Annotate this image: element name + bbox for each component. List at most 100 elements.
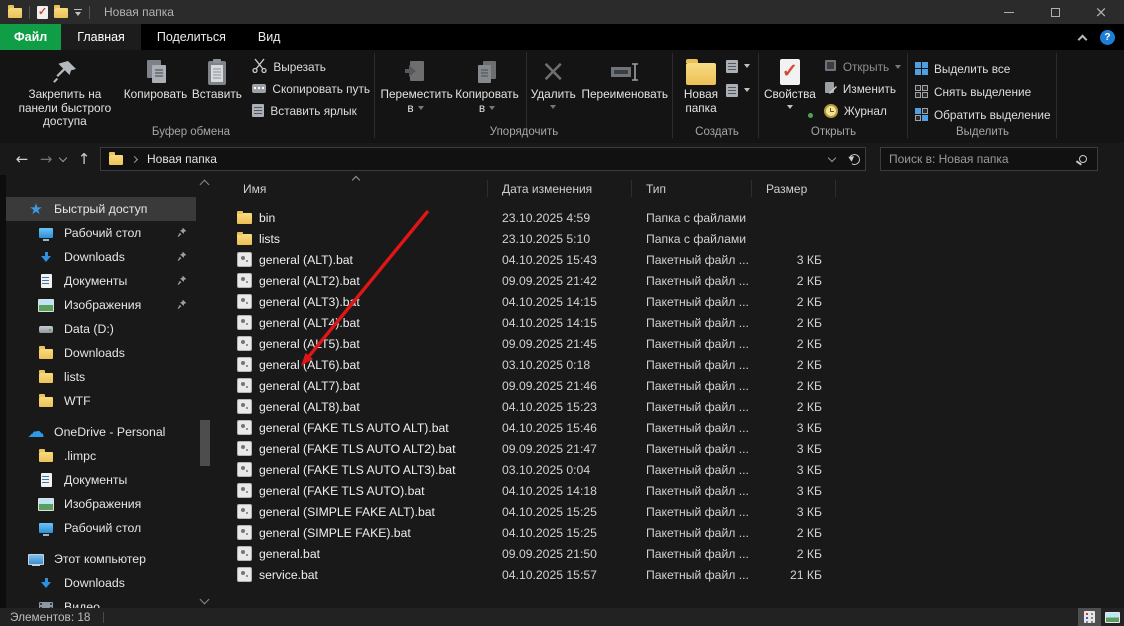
app-folder-icon [8,5,22,18]
table-row[interactable]: general.bat 09.09.2025 21:50 Пакетный файл… [229,543,1124,564]
minimize-button[interactable] [986,0,1032,24]
edit-button[interactable]: Изменить [820,78,905,99]
sidebar-item[interactable]: Этот компьютер [0,547,196,571]
rename-label: Переименовать [581,87,668,101]
cut-button[interactable]: Вырезать [248,56,374,77]
table-row[interactable]: general (FAKE TLS AUTO ALT3).bat 03.10.20… [229,459,1124,480]
table-row[interactable]: general (ALT).bat 04.10.2025 15:43 Пакетны… [229,249,1124,270]
move-to-button[interactable]: Переместить в [378,53,453,117]
pin-to-quick-access-button[interactable]: Закрепить на панели быстрого доступа [8,53,122,131]
quick-access-new-folder-icon[interactable] [54,5,68,18]
easy-access-button[interactable] [726,82,750,98]
table-row[interactable]: general (ALT3).bat 04.10.2025 14:15 Пакетн… [229,291,1124,312]
paste-shortcut-label: Вставить ярлык [270,103,357,118]
table-row[interactable]: lists 23.10.2025 5:10 Папка с файлами [229,228,1124,249]
new-folder-button[interactable]: Новая папка [676,53,726,117]
sidebar-item[interactable]: Downloads [0,245,196,269]
back-icon[interactable]: ← [10,150,34,168]
group-create: Новая папка Создать [676,52,758,140]
file-size: 2 КБ [796,315,822,330]
new-item-button[interactable] [726,58,750,74]
sidebar-item[interactable]: Изображения [0,492,196,516]
table-row[interactable]: general (ALT8).bat 04.10.2025 15:23 Пакетн… [229,396,1124,417]
up-icon[interactable]: ↑ [72,150,96,168]
table-row[interactable]: bin 23.10.2025 4:59 Папка с файлами [229,207,1124,228]
sidebar-item[interactable]: Документы [0,269,196,293]
delete-dropdown-icon[interactable] [550,104,557,109]
tab-share[interactable]: Поделиться [141,24,242,50]
sidebar-item[interactable]: lists [0,365,196,389]
recent-locations-icon[interactable] [58,153,68,163]
table-row[interactable]: general (FAKE TLS AUTO ALT2).bat 09.09.20… [229,438,1124,459]
paste-button[interactable]: Вставить [189,53,244,104]
rename-button[interactable]: Переименовать [580,53,670,104]
table-row[interactable]: general (ALT6).bat 03.10.2025 0:18 Пакетны… [229,354,1124,375]
help-icon[interactable] [1100,29,1115,45]
search-icon[interactable] [1079,155,1087,163]
sidebar-item[interactable]: .limpc [0,444,196,468]
select-none-button[interactable]: Снять выделение [911,81,1055,102]
properties-button[interactable]: Свойства [762,53,818,111]
table-row[interactable]: service.bat 04.10.2025 15:57 Пакетный файл… [229,564,1124,585]
tab-file[interactable]: Файл [0,24,62,50]
maximize-button[interactable] [1032,0,1078,24]
copy-path-button[interactable]: Скопировать путь [248,78,374,99]
sidebar-item[interactable]: WTF [0,389,196,413]
sidebar-item[interactable]: Рабочий стол [0,516,196,540]
copy-to-button[interactable]: Копировать в [453,53,521,117]
select-all-button[interactable]: Выделить все [911,58,1055,79]
sidebar-item[interactable]: OneDrive - Personal [0,420,196,444]
search-box[interactable] [880,147,1098,171]
move-to-icon [402,55,428,88]
star-icon [28,201,44,217]
breadcrumb[interactable]: Новая папка [147,152,821,166]
table-row[interactable]: general (ALT2).bat 09.09.2025 21:42 Пакетн… [229,270,1124,291]
table-row[interactable]: general (ALT7).bat 09.09.2025 21:46 Пакетн… [229,375,1124,396]
history-button[interactable]: Журнал [807,100,905,121]
collapse-ribbon-icon[interactable] [1077,34,1088,44]
sidebar-item[interactable]: Видео [0,595,196,608]
sidebar-item[interactable]: Рабочий стол [0,221,196,245]
details-view-icon [1084,611,1095,623]
address-bar[interactable]: Новая папка [100,147,866,171]
customize-quick-access-toolbar-icon[interactable] [74,8,82,16]
sidebar-item[interactable]: Data (D:) [0,317,196,341]
properties-dropdown-icon[interactable] [786,104,793,109]
column-header-type[interactable]: Тип [632,175,752,202]
table-row[interactable]: general (ALT5).bat 09.09.2025 21:45 Пакетн… [229,333,1124,354]
sidebar-item[interactable]: Downloads [0,571,196,595]
breadcrumb-chevron-icon[interactable] [130,155,139,163]
sidebar-item[interactable]: Быстрый доступ [0,197,196,221]
file-date: 09.09.2025 21:45 [502,336,597,351]
column-header-name[interactable]: Имя [229,175,488,202]
sidebar-item[interactable]: Downloads [0,341,196,365]
table-row[interactable]: general (ALT4).bat 04.10.2025 14:15 Пакетн… [229,312,1124,333]
file-date: 04.10.2025 15:57 [502,567,597,582]
table-row[interactable]: general (SIMPLE FAKE).bat 04.10.2025 15:2… [229,522,1124,543]
close-button[interactable]: × [1078,0,1124,24]
divider [89,5,90,19]
table-row[interactable]: general (SIMPLE FAKE ALT).bat 04.10.2025 … [229,501,1124,522]
refresh-icon[interactable] [843,148,865,170]
details-view-button[interactable] [1078,608,1101,626]
search-input[interactable] [889,152,1079,166]
tab-home[interactable]: Главная [61,24,141,50]
column-header-size[interactable]: Размер [752,175,836,202]
open-button[interactable]: Открыть [820,56,905,77]
scrollbar-thumb[interactable] [200,420,210,466]
table-row[interactable]: general (FAKE TLS AUTO ALT).bat 04.10.202… [229,417,1124,438]
invert-selection-button[interactable]: Обратить выделение [911,104,1055,125]
column-header-date[interactable]: Дата изменения [488,175,632,202]
paste-shortcut-button[interactable]: Вставить ярлык [248,100,374,121]
copy-button[interactable]: Копировать [122,53,190,104]
delete-button[interactable]: × Удалить [527,53,580,111]
scrollbar-up-icon[interactable] [199,179,210,190]
forward-icon[interactable]: → [34,150,58,168]
sidebar-item[interactable]: Изображения [0,293,196,317]
address-dropdown-icon[interactable] [821,148,843,170]
quick-access-properties-icon[interactable] [37,5,48,19]
table-row[interactable]: general (FAKE TLS AUTO).bat 04.10.2025 14… [229,480,1124,501]
thumbnails-view-button[interactable] [1101,608,1124,626]
tab-view[interactable]: Вид [242,24,297,50]
sidebar-item[interactable]: Документы [0,468,196,492]
